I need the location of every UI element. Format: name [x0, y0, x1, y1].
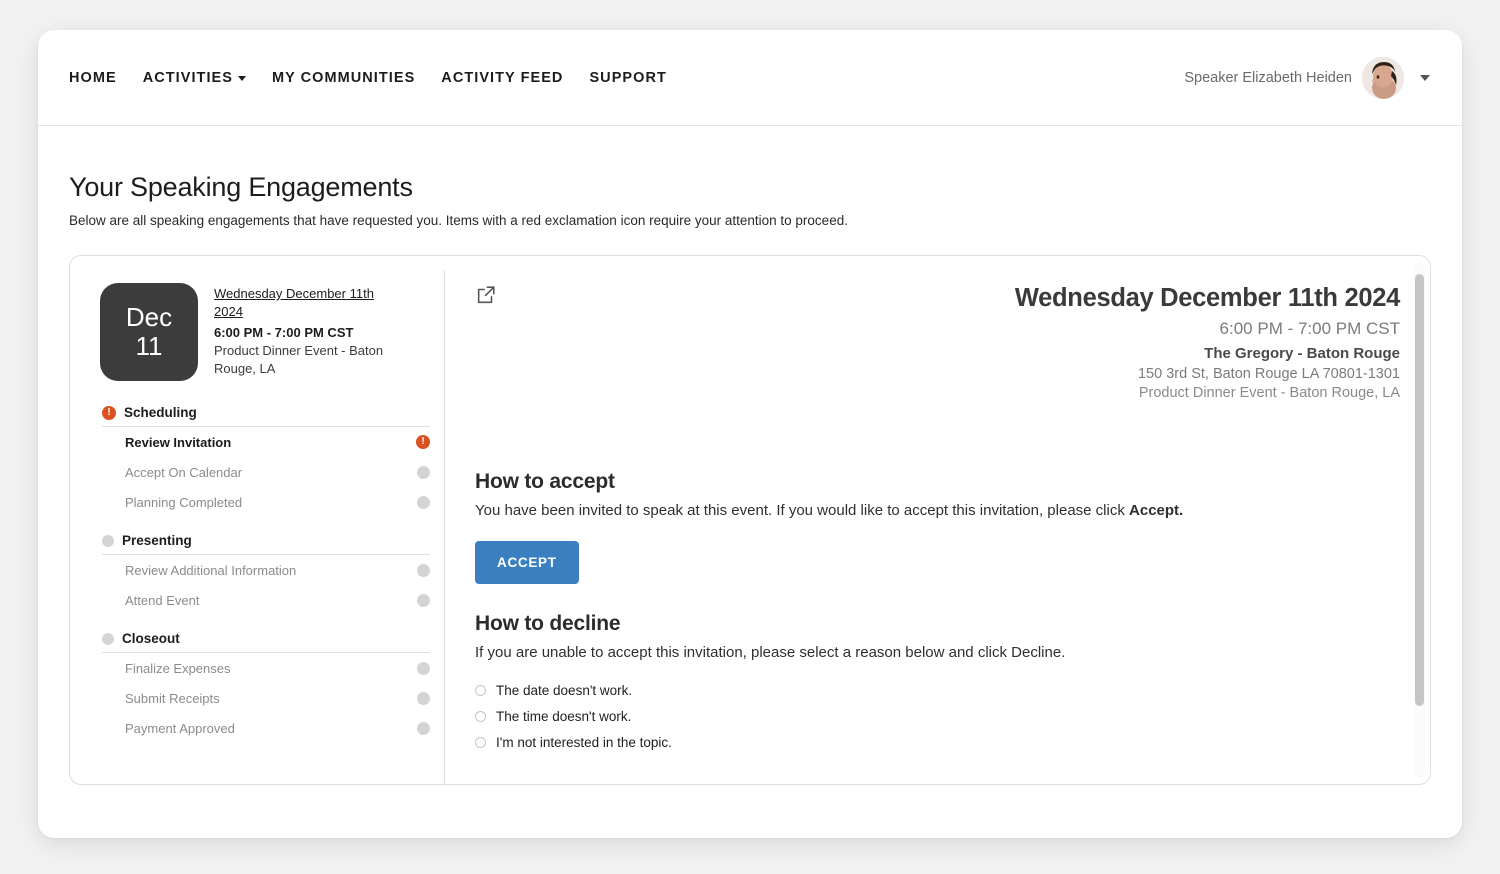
detail-address: 150 3rd St, Baton Rouge LA 70801-1301 [1015, 366, 1400, 382]
engagement-detail-pane: Wednesday December 11th 2024 6:00 PM - 7… [445, 256, 1430, 784]
engagement-card: Dec 11 Wednesday December 11th 2024 6:00… [69, 255, 1431, 785]
step-submit-receipts[interactable]: Submit Receipts [100, 683, 430, 713]
nav-item-label: HOME [69, 70, 117, 86]
step-label: Planning Completed [125, 495, 242, 510]
app-window: HOME ACTIVITIES MY COMMUNITIES ACTIVITY … [38, 30, 1462, 838]
how-to-accept-text-emphasis: Accept. [1129, 502, 1183, 519]
nav-item-activities[interactable]: ACTIVITIES [143, 70, 246, 86]
step-label: Attend Event [125, 593, 199, 608]
step-label: Accept On Calendar [125, 465, 242, 480]
step-label: Review Additional Information [125, 563, 296, 578]
how-to-accept-section: How to accept You have been invited to s… [475, 470, 1400, 584]
progress-group-presenting: Presenting Review Additional Information… [100, 533, 430, 615]
event-header: Dec 11 Wednesday December 11th 2024 6:00… [100, 283, 444, 381]
nav-item-label: ACTIVITY FEED [441, 70, 563, 86]
group-header: Closeout [102, 631, 430, 653]
pending-dot-icon [417, 496, 430, 509]
how-to-accept-heading: How to accept [475, 470, 1400, 494]
top-navigation-bar: HOME ACTIVITIES MY COMMUNITIES ACTIVITY … [38, 30, 1462, 126]
radio-button-icon[interactable] [475, 711, 486, 722]
pending-dot-icon [417, 466, 430, 479]
pending-dot-icon [102, 633, 114, 645]
step-label: Payment Approved [125, 721, 235, 736]
pending-dot-icon [417, 594, 430, 607]
decline-option-label: I'm not interested in the topic. [496, 735, 672, 750]
step-label: Review Invitation [125, 435, 231, 450]
event-meta: Wednesday December 11th 2024 6:00 PM - 7… [214, 283, 399, 381]
chevron-down-icon[interactable] [1420, 75, 1430, 81]
pending-dot-icon [102, 535, 114, 547]
alert-exclamation-icon: ! [416, 435, 430, 449]
nav-item-support[interactable]: SUPPORT [589, 70, 666, 86]
decline-option-date[interactable]: The date doesn't work. [475, 677, 1400, 703]
step-label: Finalize Expenses [125, 661, 231, 676]
event-date-link[interactable]: Wednesday December 11th 2024 [214, 286, 374, 319]
radio-button-icon[interactable] [475, 737, 486, 748]
step-attend-event[interactable]: Attend Event [100, 585, 430, 615]
decline-option-label: The time doesn't work. [496, 709, 631, 724]
how-to-decline-text: If you are unable to accept this invitat… [475, 644, 1400, 661]
decline-option-time[interactable]: The time doesn't work. [475, 703, 1400, 729]
how-to-accept-text-plain: You have been invited to speak at this e… [475, 502, 1129, 519]
accept-button[interactable]: ACCEPT [475, 541, 579, 584]
step-label: Submit Receipts [125, 691, 220, 706]
external-link-icon[interactable] [475, 284, 497, 306]
date-badge-month: Dec [126, 304, 172, 331]
nav-item-label: SUPPORT [589, 70, 666, 86]
group-header: ! Scheduling [102, 405, 430, 427]
user-name-label: Speaker Elizabeth Heiden [1184, 70, 1352, 86]
group-title: Closeout [122, 631, 180, 646]
chevron-down-icon [238, 76, 246, 81]
pending-dot-icon [417, 662, 430, 675]
detail-venue: The Gregory - Baton Rouge [1015, 345, 1400, 362]
nav-links: HOME ACTIVITIES MY COMMUNITIES ACTIVITY … [69, 70, 667, 86]
step-payment-approved[interactable]: Payment Approved [100, 713, 430, 743]
progress-group-closeout: Closeout Finalize Expenses Submit Receip… [100, 631, 430, 743]
alert-exclamation-icon: ! [102, 406, 116, 420]
how-to-accept-text: You have been invited to speak at this e… [475, 502, 1400, 519]
date-badge-day: 11 [136, 333, 163, 360]
step-accept-on-calendar[interactable]: Accept On Calendar [100, 457, 430, 487]
decline-option-label: The date doesn't work. [496, 683, 632, 698]
group-header: Presenting [102, 533, 430, 555]
decline-option-topic[interactable]: I'm not interested in the topic. [475, 729, 1400, 755]
radio-button-icon[interactable] [475, 685, 486, 696]
how-to-decline-heading: How to decline [475, 612, 1400, 636]
step-review-additional-information[interactable]: Review Additional Information [100, 555, 430, 585]
page-title: Your Speaking Engagements [69, 172, 1431, 203]
step-review-invitation[interactable]: Review Invitation ! [100, 427, 430, 457]
avatar[interactable] [1362, 57, 1404, 99]
engagement-summary-pane: Dec 11 Wednesday December 11th 2024 6:00… [70, 256, 444, 784]
user-account-menu[interactable]: Speaker Elizabeth Heiden [1184, 57, 1430, 99]
event-location: Product Dinner Event - Baton Rouge, LA [214, 342, 399, 378]
step-finalize-expenses[interactable]: Finalize Expenses [100, 653, 430, 683]
detail-time: 6:00 PM - 7:00 PM CST [1015, 319, 1400, 339]
page-header: Your Speaking Engagements Below are all … [38, 126, 1462, 228]
nav-item-label: MY COMMUNITIES [272, 70, 415, 86]
pending-dot-icon [417, 692, 430, 705]
nav-item-label: ACTIVITIES [143, 70, 233, 86]
vertical-scrollbar[interactable] [1414, 262, 1425, 778]
pending-dot-icon [417, 564, 430, 577]
progress-checklist: ! Scheduling Review Invitation ! Accept … [100, 405, 444, 743]
detail-date: Wednesday December 11th 2024 [1015, 284, 1400, 313]
group-title: Presenting [122, 533, 192, 548]
nav-item-home[interactable]: HOME [69, 70, 117, 86]
progress-group-scheduling: ! Scheduling Review Invitation ! Accept … [100, 405, 430, 517]
step-planning-completed[interactable]: Planning Completed [100, 487, 430, 517]
page-subtitle: Below are all speaking engagements that … [69, 213, 1431, 228]
date-badge: Dec 11 [100, 283, 198, 381]
decline-reason-options: The date doesn't work. The time doesn't … [475, 677, 1400, 755]
nav-item-activity-feed[interactable]: ACTIVITY FEED [441, 70, 563, 86]
event-time: 6:00 PM - 7:00 PM CST [214, 324, 399, 342]
scrollbar-thumb[interactable] [1415, 274, 1424, 706]
event-detail-block: Wednesday December 11th 2024 6:00 PM - 7… [1015, 284, 1400, 401]
detail-event-name: Product Dinner Event - Baton Rouge, LA [1015, 385, 1400, 401]
how-to-decline-section: How to decline If you are unable to acce… [475, 612, 1400, 755]
pending-dot-icon [417, 722, 430, 735]
nav-item-my-communities[interactable]: MY COMMUNITIES [272, 70, 415, 86]
group-title: Scheduling [124, 405, 197, 420]
